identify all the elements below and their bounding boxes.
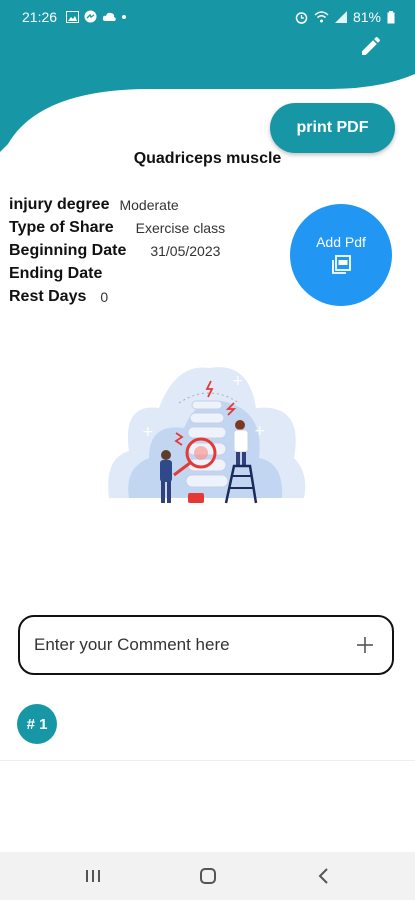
cloud-icon [102,12,116,21]
back-button[interactable] [312,864,336,888]
status-bar: 21:26 81% [0,0,415,34]
wifi-icon [314,11,329,23]
recents-icon [86,870,100,882]
status-time: 21:26 [22,9,58,25]
rest-days-value: 0 [100,288,109,305]
plus-icon [357,637,373,653]
add-pdf-label: Add Pdf [316,234,366,250]
comment-count-badge[interactable]: # 1 [17,704,57,744]
svg-text:+: + [142,424,154,440]
rest-days-label: Rest Days [9,287,87,305]
add-comment-button[interactable] [350,630,380,660]
edit-icon [362,37,380,55]
battery-percent: 81% [352,9,381,25]
pdf-icon [332,255,351,274]
comment-input[interactable] [32,634,350,656]
gallery-icon [66,10,79,23]
print-pdf-button[interactable]: print PDF [270,103,395,153]
add-pdf-button[interactable]: Add Pdf [290,204,392,306]
alarm-icon [295,11,308,24]
divider [0,760,415,761]
edit-button[interactable] [359,34,383,58]
home-button[interactable] [196,864,220,888]
injury-degree-value: Moderate [119,196,179,213]
svg-text:+: + [254,423,266,439]
begin-label: Beginning Date [9,241,127,259]
home-icon [200,868,216,884]
begin-value: 31/05/2023 [150,242,221,259]
spine-illustration: + + + [108,367,306,504]
back-icon [318,868,328,884]
recents-button[interactable] [81,864,105,888]
type-label: Type of Share [9,218,114,236]
messenger-icon [84,10,97,23]
injury-details: injury degree Moderate Type of Share Exe… [9,193,225,308]
end-label: Ending Date [9,264,103,282]
type-value: Exercise class [135,219,226,236]
battery-icon [387,10,395,23]
injury-degree-label: injury degree [9,195,110,213]
system-nav-bar [0,852,415,900]
signal-icon [334,11,347,23]
comment-box [18,615,394,675]
svg-text:+: + [232,373,244,389]
